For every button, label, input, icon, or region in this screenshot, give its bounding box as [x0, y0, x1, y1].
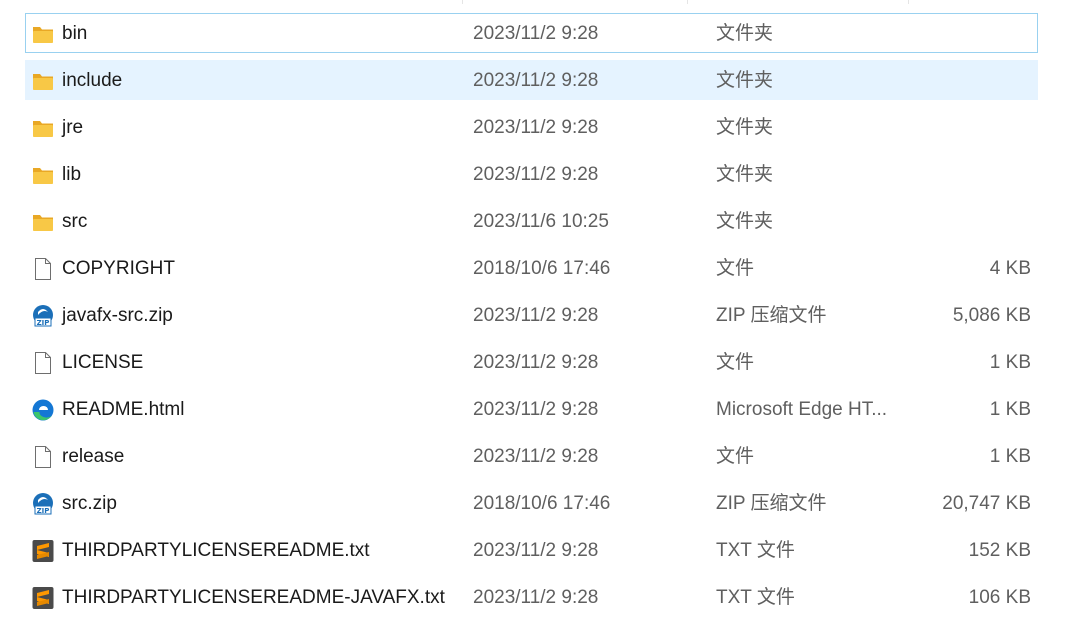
file-type: 文件夹 [716, 117, 774, 138]
file-size: 152 KB [968, 540, 1031, 561]
zip-icon: ZIP [32, 492, 54, 516]
file-row[interactable]: src 2023/11/6 10:25 文件夹 [25, 201, 1038, 241]
file-type: 文件夹 [716, 211, 774, 232]
column-separator-date[interactable] [687, 0, 688, 4]
column-separator-type[interactable] [908, 0, 909, 4]
file-type: TXT 文件 [716, 540, 795, 561]
svg-text:ZIP: ZIP [37, 507, 50, 515]
file-name: THIRDPARTYLICENSEREADME.txt [62, 540, 370, 561]
file-name: release [62, 446, 125, 467]
file-type: 文件 [716, 446, 755, 467]
file-icon [32, 351, 54, 375]
file-modified-date: 2023/11/2 9:28 [473, 540, 599, 561]
folder-icon [32, 163, 54, 187]
file-size: 20,747 KB [942, 493, 1031, 514]
file-modified-date: 2023/11/2 9:28 [473, 117, 599, 138]
file-row[interactable]: LICENSE 2023/11/2 9:28 文件 1 KB [25, 342, 1038, 382]
file-name: src.zip [62, 493, 117, 514]
file-modified-date: 2023/11/2 9:28 [473, 587, 599, 608]
file-size: 5,086 KB [952, 305, 1031, 326]
svg-text:ZIP: ZIP [37, 319, 50, 327]
file-size: 1 KB [989, 399, 1031, 420]
file-type: 文件夹 [716, 23, 774, 44]
file-size: 4 KB [989, 258, 1031, 279]
file-row[interactable]: ZIP src.zip 2018/10/6 17:46 ZIP 压缩文件 20,… [25, 483, 1038, 523]
file-name: include [62, 70, 123, 91]
file-modified-date: 2023/11/2 9:28 [473, 399, 599, 420]
file-name: jre [62, 117, 84, 138]
file-row[interactable]: COPYRIGHT 2018/10/6 17:46 文件 4 KB [25, 248, 1038, 288]
file-modified-date: 2018/10/6 17:46 [473, 258, 611, 279]
sublime-text-icon [32, 539, 54, 563]
file-size: 1 KB [989, 352, 1031, 373]
folder-icon [32, 69, 54, 93]
file-name: LICENSE [62, 352, 144, 373]
file-row[interactable]: README.html 2023/11/2 9:28 Microsoft Edg… [25, 389, 1038, 429]
file-icon [32, 257, 54, 281]
file-name: lib [62, 164, 82, 185]
file-name: THIRDPARTYLICENSEREADME-JAVAFX.txt [62, 587, 445, 608]
file-type: Microsoft Edge HT... [716, 399, 888, 420]
file-row[interactable]: jre 2023/11/2 9:28 文件夹 [25, 107, 1038, 147]
file-type: 文件 [716, 352, 755, 373]
file-modified-date: 2023/11/2 9:28 [473, 164, 599, 185]
file-type: 文件夹 [716, 70, 774, 91]
folder-icon [32, 22, 54, 46]
sublime-text-icon [32, 586, 54, 610]
file-type: 文件夹 [716, 164, 774, 185]
folder-icon [32, 210, 54, 234]
file-row[interactable]: lib 2023/11/2 9:28 文件夹 [25, 154, 1038, 194]
edge-icon [32, 398, 54, 422]
file-type: 文件 [716, 258, 755, 279]
file-row[interactable]: THIRDPARTYLICENSEREADME-JAVAFX.txt 2023/… [25, 577, 1038, 617]
file-size: 1 KB [989, 446, 1031, 467]
file-name: src [62, 211, 88, 232]
file-modified-date: 2023/11/2 9:28 [473, 23, 599, 44]
file-modified-date: 2023/11/2 9:28 [473, 352, 599, 373]
file-modified-date: 2018/10/6 17:46 [473, 493, 611, 514]
file-name: README.html [62, 399, 185, 420]
file-modified-date: 2023/11/6 10:25 [473, 211, 609, 232]
file-name: COPYRIGHT [62, 258, 175, 279]
file-type: TXT 文件 [716, 587, 795, 608]
column-separator-name[interactable] [462, 0, 463, 4]
file-type: ZIP 压缩文件 [716, 305, 827, 326]
file-row[interactable]: release 2023/11/2 9:28 文件 1 KB [25, 436, 1038, 476]
folder-icon [32, 116, 54, 140]
file-modified-date: 2023/11/2 9:28 [473, 305, 599, 326]
file-name: bin [62, 23, 88, 44]
file-list: bin 2023/11/2 9:28 文件夹 include 2023/11/2… [0, 0, 1075, 627]
zip-icon: ZIP [32, 304, 54, 328]
file-size: 106 KB [968, 587, 1031, 608]
file-row[interactable]: ZIP javafx-src.zip 2023/11/2 9:28 ZIP 压缩… [25, 295, 1038, 335]
file-row[interactable]: THIRDPARTYLICENSEREADME.txt 2023/11/2 9:… [25, 530, 1038, 570]
file-row[interactable]: bin 2023/11/2 9:28 文件夹 [25, 13, 1038, 53]
file-name: javafx-src.zip [62, 305, 173, 326]
file-modified-date: 2023/11/2 9:28 [473, 70, 599, 91]
file-type: ZIP 压缩文件 [716, 493, 827, 514]
file-row[interactable]: include 2023/11/2 9:28 文件夹 [25, 60, 1038, 100]
file-modified-date: 2023/11/2 9:28 [473, 446, 599, 467]
file-icon [32, 445, 54, 469]
